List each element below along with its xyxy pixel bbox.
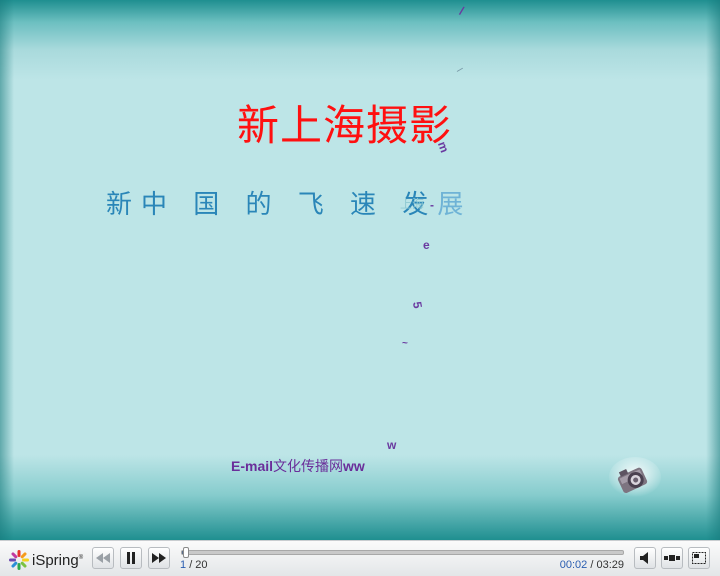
slide-title: 新上海摄影 (237, 101, 453, 150)
camera-icon (609, 457, 661, 497)
ispring-logo-text: iSpring® (32, 551, 84, 569)
volume-button[interactable] (634, 547, 656, 569)
flying-letter: / (457, 3, 466, 19)
pause-button[interactable] (120, 547, 142, 569)
flying-letter: e (423, 238, 430, 252)
email-cn: 文化传播网 (273, 459, 344, 475)
flying-letter: – (452, 61, 466, 77)
fullscreen-button[interactable] (688, 547, 710, 569)
email-prefix: E-mail (231, 458, 274, 474)
seek-bar[interactable] (181, 547, 624, 558)
outline-button[interactable] (661, 547, 683, 569)
ghost-text: 上海 (400, 197, 425, 211)
fast-forward-icon (152, 553, 166, 563)
slide-canvas: 新上海摄影 新中 国 的 飞 速 发展 上海 / – m - e 5 ~ w E… (0, 0, 720, 540)
slide-counter: 1 / 20 (180, 559, 208, 571)
pause-icon (127, 552, 135, 564)
flying-letter: ~ (402, 338, 408, 349)
flying-letter: - (430, 198, 434, 212)
time-current: 00:02 (559, 559, 588, 571)
player-controls: iSpring® 1 / 20 00:02 / 03:29 (0, 540, 720, 576)
flying-letter: w (387, 438, 397, 452)
slide-total: / 20 (189, 559, 208, 571)
rewind-icon (96, 553, 110, 563)
slide-right-shade (706, 0, 720, 540)
email-suffix: ww (343, 458, 365, 474)
time-total: / 03:29 (590, 559, 624, 571)
ispring-logo-icon (9, 550, 29, 570)
ispring-logo: iSpring® (8, 549, 83, 571)
subtitle-tail: 展 (437, 190, 473, 220)
fast-forward-button[interactable] (148, 547, 170, 569)
time-display: 00:02 / 03:29 (560, 559, 624, 571)
rewind-button[interactable] (92, 547, 114, 569)
volume-icon (640, 552, 648, 564)
fullscreen-icon (692, 552, 706, 564)
email-line: E-mail文化传播网ww (231, 456, 365, 476)
flying-letter: 5 (409, 300, 425, 310)
subtitle-main: 新中 国 的 飞 速 发 (106, 190, 438, 220)
outline-icon (664, 555, 680, 561)
slide-current: 1 (180, 559, 187, 571)
seek-thumb[interactable] (183, 547, 190, 558)
slide-left-shade (0, 0, 14, 540)
